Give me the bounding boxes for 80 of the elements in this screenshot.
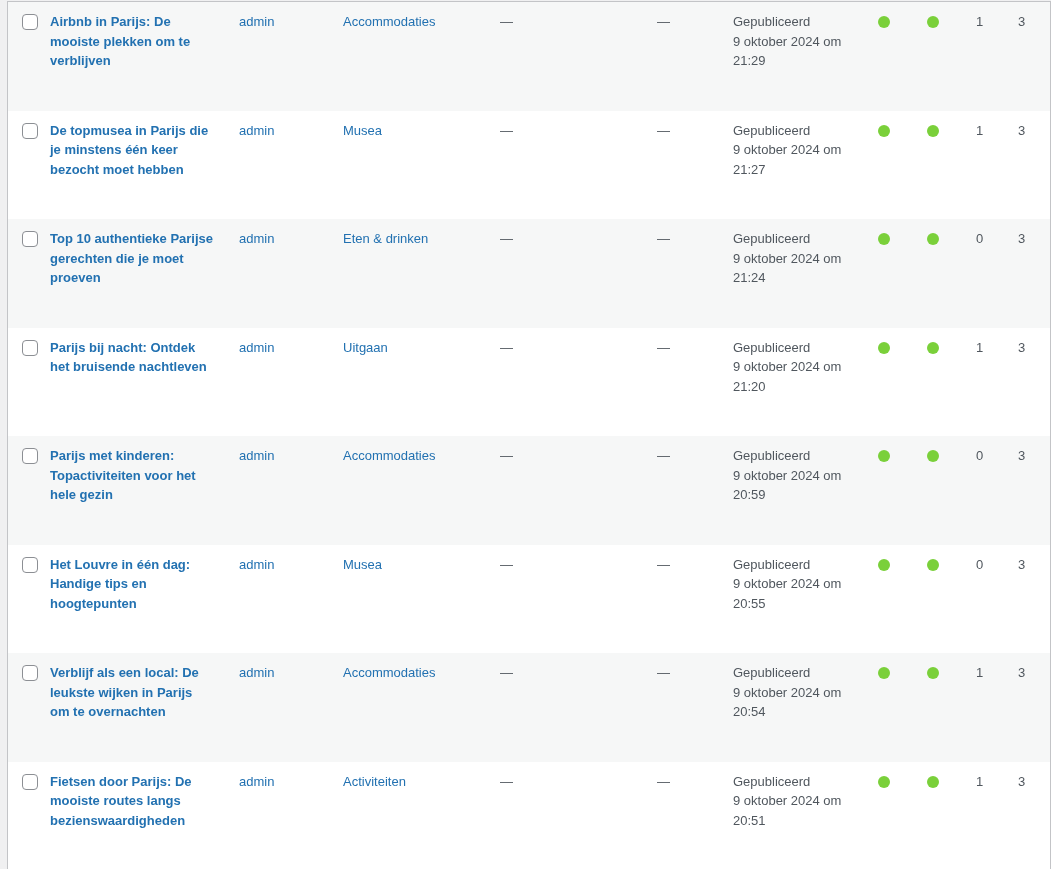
table-cell: 0	[976, 448, 984, 463]
date-text: 9 oktober 2024 om 21:24	[733, 249, 843, 287]
author-link[interactable]: admin	[239, 448, 275, 463]
date-text: 9 oktober 2024 om 21:27	[733, 141, 843, 179]
tags-cell: —	[500, 773, 513, 789]
category-link[interactable]: Musea	[343, 122, 383, 138]
table-cell: —	[657, 556, 670, 572]
status-text: Gepubliceerd	[733, 230, 811, 248]
post-title-link[interactable]: Top 10 authentieke Parijse gerechten die je moet proeven	[50, 229, 214, 288]
table-cell: —	[657, 665, 670, 680]
category-link[interactable]: Accommodaties	[343, 665, 436, 680]
row-checkbox[interactable]	[22, 556, 38, 573]
date-text: 9 oktober 2024 om 20:55	[733, 575, 843, 613]
table-cell: 1	[976, 773, 984, 789]
status-text: Gepubliceerd	[733, 447, 811, 465]
category-link[interactable]: Accommodaties	[343, 14, 436, 29]
author-link[interactable]: admin	[239, 122, 275, 138]
table-cell: 3	[1018, 665, 1026, 680]
table-cell: 3	[1018, 231, 1026, 246]
table-cell: —	[657, 122, 670, 138]
post-title-link[interactable]: Airbnb in Parijs: De mooiste plekken om te verblijven	[50, 12, 214, 71]
table-cell: —	[657, 231, 670, 246]
tags-cell: —	[500, 665, 513, 680]
post-title-link[interactable]: Parijs bij nacht: Ontdek het bruisende nachtleven	[50, 337, 214, 377]
tags-cell: —	[500, 122, 513, 138]
date-text: 9 oktober 2024 om 21:20	[733, 358, 843, 396]
tags-cell: —	[500, 339, 513, 355]
row-checkbox[interactable]	[22, 14, 38, 30]
date-text: 9 oktober 2024 om 20:54	[733, 683, 843, 721]
table-cell: 1	[976, 14, 984, 29]
category-link[interactable]: Eten & drinken	[343, 231, 429, 246]
author-link[interactable]: admin	[239, 231, 275, 246]
tags-cell: —	[500, 556, 513, 572]
date-text: 9 oktober 2024 om 21:29	[733, 32, 843, 70]
post-title-link[interactable]: Fietsen door Parijs: De mooiste routes langs bezienswaardigheden	[50, 771, 214, 830]
status-text: Gepubliceerd	[733, 121, 811, 140]
post-title-link[interactable]: De topmusea in Parijs die je minstens één keer bezocht moet hebben	[50, 120, 214, 179]
status-text: Gepubliceerd	[733, 664, 811, 682]
status-text: Gepubliceerd	[733, 338, 811, 357]
row-checkbox[interactable]	[22, 231, 38, 247]
post-title-link[interactable]: Parijs met kinderen: Topactiviteiten voor het hele gezin	[50, 446, 214, 505]
post-title-link[interactable]: Het Louvre in één dag: Handige tips en hoogtepunten	[50, 554, 214, 613]
category-link[interactable]: Uitgaan	[343, 339, 388, 355]
row-checkbox[interactable]	[22, 448, 38, 464]
table-cell: —	[657, 773, 670, 789]
status-text: Gepubliceerd	[733, 13, 811, 31]
row-checkbox[interactable]	[22, 665, 38, 681]
table-cell: —	[657, 339, 670, 355]
table-cell: —	[657, 448, 670, 463]
author-link[interactable]: admin	[239, 14, 275, 29]
tags-cell: —	[500, 231, 513, 246]
status-text: Gepubliceerd	[733, 555, 811, 574]
table-cell: 3	[1018, 448, 1026, 463]
author-link[interactable]: admin	[239, 773, 275, 789]
tags-cell: —	[500, 14, 513, 29]
table-cell: —	[657, 14, 670, 29]
author-link[interactable]: admin	[239, 556, 275, 572]
date-text: 9 oktober 2024 om 20:51	[733, 792, 843, 830]
table-cell: 1	[976, 665, 984, 680]
row-checkbox[interactable]	[22, 122, 38, 139]
category-link[interactable]: Activiteiten	[343, 773, 406, 789]
table-cell: 0	[976, 556, 984, 572]
date-text: 9 oktober 2024 om 20:59	[733, 466, 843, 504]
table-cell: 3	[1018, 339, 1026, 355]
category-link[interactable]: Accommodaties	[343, 448, 436, 463]
table-cell: 1	[976, 339, 984, 355]
table-cell: 3	[1018, 14, 1026, 29]
row-checkbox[interactable]	[22, 339, 38, 356]
table-cell: 3	[1018, 122, 1026, 138]
row-checkbox[interactable]	[22, 773, 38, 790]
status-text: Gepubliceerd	[733, 772, 811, 791]
author-link[interactable]: admin	[239, 665, 275, 680]
table-cell: 3	[1018, 773, 1026, 789]
tags-cell: —	[500, 448, 513, 463]
post-title-link[interactable]: Verblijf als een local: De leukste wijken in Parijs om te overnachten	[50, 663, 214, 722]
category-link[interactable]: Musea	[343, 556, 383, 572]
table-cell: 1	[976, 122, 984, 138]
table-cell: 0	[976, 231, 984, 246]
author-link[interactable]: admin	[239, 339, 275, 355]
table-cell: 3	[1018, 556, 1026, 572]
